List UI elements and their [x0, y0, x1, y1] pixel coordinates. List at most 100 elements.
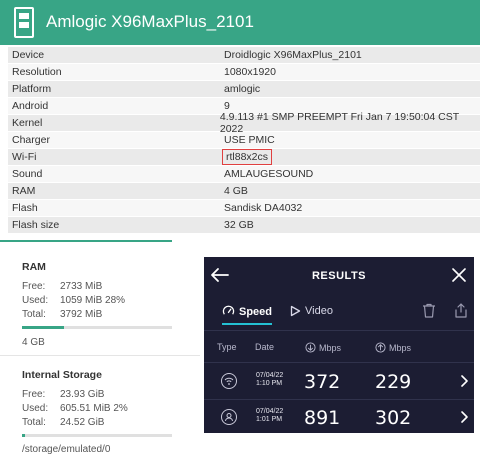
storage-used-label: Used:	[22, 403, 49, 414]
result-upload: 302	[375, 407, 412, 429]
spec-value: Sandisk DA4032	[224, 202, 303, 214]
spec-value: 32 GB	[224, 219, 254, 231]
result-date: 07/04/22	[256, 408, 284, 415]
storage-total-label: Total:	[22, 417, 46, 428]
results-panel: RESULTS Speed Video Type Date Mbps Mbps …	[204, 257, 474, 433]
spec-row-platform: Platform amlogic	[8, 81, 480, 98]
result-datetime: 07/04/22 1:10 PM	[256, 372, 283, 388]
active-tab-indicator	[222, 323, 272, 325]
spec-value: amlogic	[224, 83, 261, 95]
spec-table: Device Droidlogic X96MaxPlus_2101 Resolut…	[8, 47, 480, 234]
storage-free-label: Free:	[22, 389, 46, 400]
storage-used-value: 605.51 MiB 2%	[60, 403, 128, 414]
col-header-download: Mbps	[305, 342, 341, 353]
ram-free-label: Free:	[22, 281, 46, 292]
divider	[204, 330, 474, 331]
tab-speed[interactable]: Speed	[222, 305, 272, 318]
spec-key: Wi-Fi	[12, 151, 37, 163]
user-icon	[221, 409, 237, 425]
spec-value: AMLAUGESOUND	[224, 168, 314, 180]
spec-key: Device	[12, 49, 45, 61]
trash-icon[interactable]	[422, 303, 436, 318]
spec-row-ram: RAM 4 GB	[8, 183, 480, 200]
download-unit: Mbps	[319, 342, 342, 353]
ram-usage-fill	[22, 326, 64, 329]
result-date: 07/04/22	[256, 372, 284, 379]
storage-used-row: Used: 605.51 MiB 2%	[22, 403, 128, 414]
upload-unit: Mbps	[389, 342, 412, 353]
memory-panel: RAM Free: 2733 MiB Used: 1059 MiB 28% Tota…	[0, 240, 200, 457]
chevron-right-icon	[461, 411, 468, 423]
close-icon[interactable]	[452, 268, 466, 282]
results-title: RESULTS	[311, 270, 367, 282]
tab-video-label: Video	[305, 305, 333, 317]
ram-usage-bar	[22, 326, 172, 329]
result-upload: 229	[375, 371, 412, 393]
spec-key: Charger	[12, 134, 50, 146]
play-icon	[290, 305, 301, 317]
spec-row-device: Device Droidlogic X96MaxPlus_2101	[8, 47, 480, 64]
tab-speed-label: Speed	[239, 305, 273, 318]
wifi-value-highlight: rtl88x2cs	[222, 149, 273, 165]
spec-key: Resolution	[12, 66, 62, 78]
ram-total-label: Total:	[22, 309, 46, 320]
ram-size: 4 GB	[22, 337, 45, 348]
ram-used-label: Used:	[22, 295, 49, 306]
storage-usage-fill	[22, 434, 25, 437]
divider	[204, 362, 474, 363]
spec-value: 4 GB	[224, 185, 248, 197]
share-icon[interactable]	[454, 303, 468, 318]
wifi-icon	[221, 373, 237, 389]
spec-row-kernel: Kernel 4.9.113 #1 SMP PREEMPT Fri Jan 7 1…	[8, 111, 480, 135]
ram-used-row: Used: 1059 MiB 28%	[22, 295, 125, 306]
col-header-upload: Mbps	[375, 342, 411, 353]
spec-key: Flash	[12, 202, 38, 214]
chevron-right-icon	[461, 375, 468, 387]
result-time: 1:10 PM	[256, 380, 283, 387]
divider	[0, 355, 200, 356]
spec-value: Droidlogic X96MaxPlus_2101	[224, 49, 362, 61]
storage-free-value: 23.93 GiB	[60, 389, 105, 400]
storage-free-row: Free: 23.93 GiB	[22, 389, 104, 400]
ram-free-row: Free: 2733 MiB	[22, 281, 102, 292]
ram-title: RAM	[22, 261, 46, 273]
download-icon	[305, 342, 316, 353]
col-header-type: Type	[217, 342, 237, 352]
spec-value: 1080x1920	[224, 66, 276, 78]
result-download: 372	[304, 371, 341, 393]
col-header-date: Date	[255, 342, 275, 352]
device-icon	[14, 7, 34, 38]
spec-row-flash-size: Flash size 32 GB	[8, 217, 480, 234]
storage-total-row: Total: 24.52 GiB	[22, 417, 104, 428]
spec-key: RAM	[12, 185, 36, 197]
tab-video[interactable]: Video	[290, 305, 333, 317]
result-row[interactable]: 07/04/22 1:01 PM 891 302	[204, 400, 474, 434]
storage-path: /storage/emulated/0	[22, 444, 111, 455]
spec-value: USE PMIC	[224, 134, 275, 146]
spec-row-flash: Flash Sandisk DA4032	[8, 200, 480, 217]
storage-total-value: 24.52 GiB	[60, 417, 105, 428]
spec-key: Flash size	[12, 219, 60, 231]
spec-row-sound: Sound AMLAUGESOUND	[8, 166, 480, 183]
spec-row-resolution: Resolution 1080x1920	[8, 64, 480, 81]
spec-key: Platform	[12, 83, 52, 95]
result-row[interactable]: 07/04/22 1:10 PM 372 229	[204, 364, 474, 398]
spec-key: Android	[12, 100, 49, 112]
ram-free-value: 2733 MiB	[60, 281, 103, 292]
spec-key: Kernel	[12, 117, 43, 129]
divider	[0, 240, 172, 242]
storage-usage-bar	[22, 434, 172, 437]
upload-icon	[375, 342, 386, 353]
result-time: 1:01 PM	[256, 416, 283, 423]
result-datetime: 07/04/22 1:01 PM	[256, 408, 283, 424]
app-header: Amlogic X96MaxPlus_2101	[0, 0, 480, 45]
ram-total-value: 3792 MiB	[60, 309, 103, 320]
spec-row-wifi: Wi-Fi rtl88x2cs	[8, 149, 480, 166]
page-title: Amlogic X96MaxPlus_2101	[46, 12, 254, 31]
spec-key: Sound	[12, 168, 43, 180]
ram-total-row: Total: 3792 MiB	[22, 309, 102, 320]
spec-value: 4.9.113 #1 SMP PREEMPT Fri Jan 7 19:50:0…	[219, 111, 459, 135]
result-download: 891	[304, 407, 341, 429]
ram-used-value: 1059 MiB 28%	[60, 295, 126, 306]
speedometer-icon	[222, 305, 235, 315]
